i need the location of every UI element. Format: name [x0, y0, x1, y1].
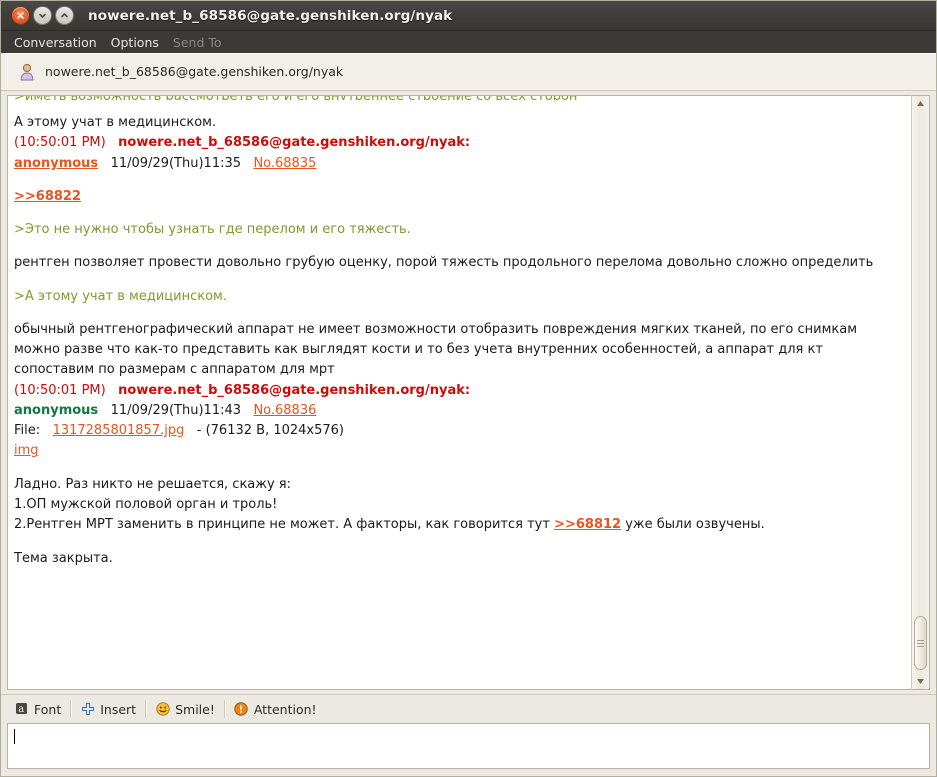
post-author-link[interactable]: anonymous: [14, 156, 98, 171]
message-timestamp: (10:50:01 PM): [14, 135, 106, 151]
font-a-icon: a: [14, 702, 29, 717]
conversation-window: nowere.net_b_68586@gate.genshiken.org/ny…: [0, 0, 937, 777]
message-input[interactable]: [7, 723, 930, 769]
title-bar: nowere.net_b_68586@gate.genshiken.org/ny…: [1, 1, 936, 31]
post-body-2: обычный рентгенографический аппарат не и…: [14, 321, 858, 378]
post-author-name: anonymous: [14, 402, 99, 418]
post-body-line-2: 1.ОП мужской половой орган и троль!: [14, 496, 278, 512]
post-info-line-1: anonymous 11/09/29(Thu)11:35 No.68835: [14, 154, 905, 174]
message-timestamp: (10:50:01 PM): [14, 382, 106, 398]
post-closing-line: Тема закрыта.: [14, 550, 113, 566]
quote-reference-line: >>68822: [14, 187, 905, 207]
attention-button-label: Attention!: [253, 701, 317, 717]
post-body-line-1: Ладно. Раз никто не решается, скажу я:: [14, 476, 292, 492]
quote-link-68822[interactable]: >>68822: [14, 189, 81, 204]
insert-button-label: Insert: [100, 701, 137, 717]
formatting-toolbar: a Font Insert Smile! Attention!: [1, 694, 936, 723]
message-header-1: (10:50:01 PM) nowere.net_b_68586@gate.ge…: [14, 133, 905, 153]
log-line-med: А этому учат в медицинском.: [14, 115, 217, 130]
file-info-line: File: 1317285801857.jpg - (76132 B, 1024…: [14, 421, 905, 441]
post-date: 11/09/29(Thu)11:43: [110, 402, 242, 418]
file-name-link[interactable]: 1317285801857.jpg: [53, 423, 185, 438]
post-number-link[interactable]: No.68836: [253, 403, 316, 418]
image-link-line: img: [14, 441, 905, 461]
window-controls: [11, 6, 74, 25]
close-icon[interactable]: [11, 6, 30, 25]
greentext-line-2: >А этому учат в медицинском.: [14, 288, 227, 304]
message-input-area: [1, 723, 936, 776]
post-date: 11/09/29(Thu)11:35: [110, 155, 242, 171]
conversation-header: nowere.net_b_68586@gate.genshiken.org/ny…: [1, 53, 936, 91]
post-body-1: рентген позволяет провести довольно груб…: [14, 255, 874, 271]
post-body-line-3: 2.Рентген МРТ заменить в принципе не мож…: [14, 515, 905, 535]
greentext-line-1: >Это не нужно чтобы узнать где перелом и…: [14, 222, 411, 238]
font-button-label: Font: [34, 701, 62, 717]
image-link[interactable]: img: [14, 443, 39, 458]
file-meta: - (76132 B, 1024x576): [196, 423, 344, 439]
plus-icon: [80, 702, 95, 717]
minimize-icon[interactable]: [33, 6, 52, 25]
scroll-up-arrow-icon[interactable]: [912, 96, 929, 111]
message-header-2: (10:50:01 PM) nowere.net_b_68586@gate.ge…: [14, 381, 905, 401]
post-number-link[interactable]: No.68835: [253, 156, 316, 171]
message-log[interactable]: >иметь возможность рассмотреть его и его…: [8, 96, 911, 689]
attention-button[interactable]: Attention!: [225, 700, 326, 719]
svg-text:a: a: [18, 704, 24, 715]
post-body-line-3-after: уже были озвучены.: [621, 517, 765, 533]
smile-button[interactable]: Smile!: [146, 700, 224, 719]
quote-link-68812[interactable]: >>68812: [554, 517, 621, 532]
menu-bar: Conversation Options Send To: [1, 31, 936, 53]
contact-person-icon: [19, 63, 35, 81]
post-info-line-2: anonymous 11/09/29(Thu)11:43 No.68836: [14, 401, 905, 421]
menu-item-conversation[interactable]: Conversation: [7, 33, 104, 52]
text-caret: [14, 729, 15, 744]
smiley-face-icon: [155, 702, 170, 717]
message-sender: nowere.net_b_68586@gate.genshiken.org/ny…: [118, 382, 471, 398]
exclamation-circle-icon: [234, 702, 249, 717]
window-title: nowere.net_b_68586@gate.genshiken.org/ny…: [88, 7, 453, 24]
scrollbar-grip-icon: [917, 638, 924, 649]
message-log-scrollbar[interactable]: [911, 95, 930, 690]
maximize-icon[interactable]: [55, 6, 74, 25]
scrollbar-track[interactable]: [912, 111, 929, 674]
insert-button[interactable]: Insert: [71, 700, 145, 719]
menu-item-options[interactable]: Options: [104, 33, 166, 52]
file-label: File:: [14, 423, 41, 439]
conversation-contact-name: nowere.net_b_68586@gate.genshiken.org/ny…: [45, 64, 344, 79]
message-log-box: >иметь возможность рассмотреть его и его…: [7, 95, 911, 690]
smile-button-label: Smile!: [175, 701, 215, 717]
scrollbar-thumb[interactable]: [914, 616, 927, 670]
post-body-line-3-before: 2.Рентген МРТ заменить в принципе не мож…: [14, 517, 555, 533]
menu-item-send-to: Send To: [172, 34, 222, 50]
message-sender: nowere.net_b_68586@gate.genshiken.org/ny…: [118, 135, 471, 151]
font-button[interactable]: a Font: [5, 700, 70, 719]
message-log-area: >иметь возможность рассмотреть его и его…: [1, 91, 936, 690]
scroll-down-arrow-icon[interactable]: [912, 674, 929, 689]
